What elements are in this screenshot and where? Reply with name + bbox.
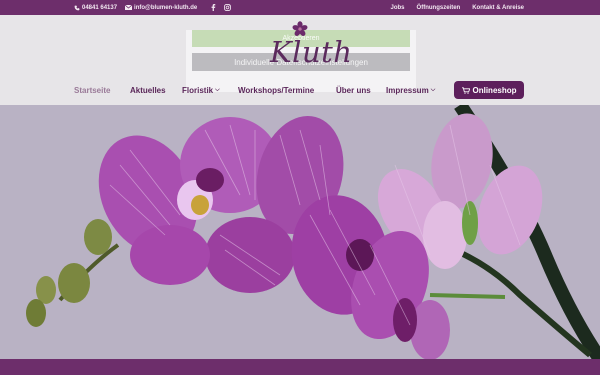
nav-item-floristik[interactable]: Floristik ⌵ bbox=[182, 80, 220, 100]
facebook-icon bbox=[211, 4, 216, 11]
hero-image bbox=[0, 105, 600, 359]
nav-item-workshops[interactable]: Workshops/Termine bbox=[238, 80, 314, 100]
instagram-icon bbox=[224, 4, 232, 11]
envelope-icon bbox=[125, 5, 133, 10]
nav-item-startseite[interactable]: Startseite bbox=[74, 80, 110, 100]
logo-wordmark: Kluth bbox=[270, 35, 353, 69]
topbar-link-jobs[interactable]: Jobs bbox=[391, 5, 405, 11]
email-contact[interactable]: info@blumen-kluth.de bbox=[125, 5, 197, 11]
phone-number: 04841 64137 bbox=[82, 4, 118, 11]
onlineshop-button[interactable]: Onlineshop bbox=[454, 81, 524, 99]
orchid-illustration bbox=[26, 105, 600, 359]
topbar-link-opening-hours[interactable]: Öffnungszeiten bbox=[417, 5, 461, 11]
site-logo[interactable]: Kluth bbox=[268, 21, 352, 77]
cart-icon bbox=[461, 86, 470, 94]
nav-item-label: Über uns bbox=[336, 85, 371, 95]
instagram-link[interactable] bbox=[224, 4, 232, 11]
topbar-link-contact[interactable]: Kontakt & Anreise bbox=[472, 5, 524, 11]
nav-item-label: Startseite bbox=[74, 85, 111, 95]
nav-item-ueber-uns[interactable]: Über uns bbox=[336, 80, 371, 100]
facebook-link[interactable] bbox=[211, 4, 216, 11]
top-bar: 04841 64137 info@blumen-kluth.de Jobs Öf… bbox=[0, 0, 600, 15]
chevron-down-icon: ⌵ bbox=[430, 86, 436, 93]
nav-item-label: Workshops/Termine bbox=[238, 85, 315, 95]
chevron-down-icon: ⌵ bbox=[215, 86, 220, 93]
nav-item-label: Impressum bbox=[386, 85, 429, 95]
email-address: info@blumen-kluth.de bbox=[134, 4, 198, 11]
nav-item-impressum[interactable]: Impressum ⌵ bbox=[386, 80, 435, 100]
nav-item-aktuelles[interactable]: Aktuelles bbox=[130, 80, 166, 100]
phone-icon bbox=[74, 5, 80, 10]
nav-item-label: Floristik bbox=[182, 85, 214, 95]
bottom-bar bbox=[0, 359, 600, 375]
nav-item-label: Aktuelles bbox=[130, 85, 166, 95]
onlineshop-label: Onlineshop bbox=[472, 85, 517, 95]
phone-contact[interactable]: 04841 64137 bbox=[74, 5, 117, 11]
